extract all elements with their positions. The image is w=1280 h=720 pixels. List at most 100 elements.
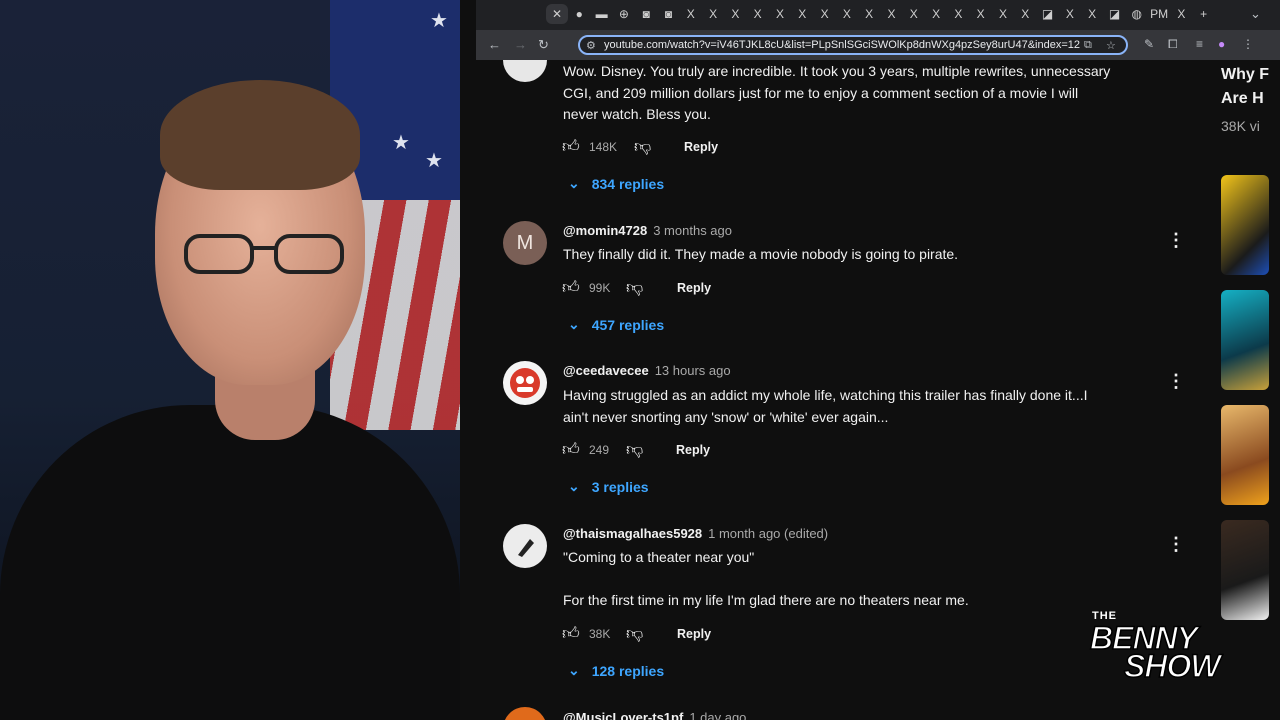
comment-line: ain't never snorting any 'snow' or 'whit… <box>563 408 889 425</box>
browser-tab[interactable]: X <box>814 4 836 24</box>
menu-kebab-icon[interactable]: ⋮ <box>1242 37 1254 51</box>
back-icon[interactable]: ← <box>488 37 501 52</box>
avatar-letter: M <box>516 231 534 254</box>
related-video-thumbnail[interactable] <box>1221 520 1269 620</box>
dislike-icon[interactable]: 👎︎ <box>626 277 643 298</box>
browser-tab[interactable]: X <box>970 4 992 24</box>
like-icon[interactable]: 👍︎ <box>562 136 580 157</box>
replies-count: 128 replies <box>591 662 665 679</box>
tab-strip: ✕ ● ▬ ⊕ ◙ ◙ X X X X X X X X X X X X X X X X ◪ X X ◪ ◍ PM X + ⌄ <box>476 0 1280 30</box>
avatar[interactable] <box>503 361 547 405</box>
profile-avatar[interactable]: ● <box>1218 37 1225 51</box>
author-handle[interactable]: @thaismagalhaes5928 <box>563 526 702 541</box>
reply-button[interactable]: Reply <box>677 627 711 641</box>
browser-tab[interactable]: X <box>1081 4 1103 24</box>
comment-time[interactable]: 1 day ago <box>689 710 746 720</box>
replies-count: 3 replies <box>591 478 649 495</box>
comment-time[interactable]: 13 hours ago <box>655 363 731 378</box>
url-text: youtube.com/watch?v=iV46TJKL8cU&list=PLp… <box>604 39 1081 51</box>
browser-tab[interactable]: ▬ <box>591 4 613 24</box>
author-handle[interactable]: @ceedavecee <box>563 363 649 378</box>
comment-menu-icon[interactable]: ⋮ <box>1167 230 1185 251</box>
avatar[interactable]: M <box>503 221 547 265</box>
browser-tab[interactable]: X <box>947 4 969 24</box>
dislike-icon[interactable]: 👎︎ <box>626 623 643 644</box>
install-icon[interactable]: ⧉ <box>1084 39 1092 52</box>
comment-time[interactable]: 3 months ago <box>653 223 732 238</box>
view-replies-button[interactable]: ⌄ 457 replies <box>568 316 664 333</box>
reply-button[interactable]: Reply <box>684 140 718 154</box>
comment-text: Having struggled as an addict my whole l… <box>563 385 1088 428</box>
forward-icon[interactable]: → <box>514 37 527 52</box>
related-video-thumbnail[interactable] <box>1221 175 1269 275</box>
view-replies-button[interactable]: ⌄ 3 replies <box>568 478 649 495</box>
presenter-hair <box>160 80 360 190</box>
comment-author[interactable]: @thaismagalhaes5928 1 month ago (edited) <box>563 526 828 541</box>
like-icon[interactable]: 👍︎ <box>562 439 580 460</box>
browser-tab[interactable]: ◪ <box>1104 4 1126 24</box>
comment-author[interactable]: @momin4728 3 months ago <box>563 223 732 238</box>
browser-tab[interactable]: X <box>925 4 947 24</box>
related-video-thumbnail[interactable] <box>1221 290 1269 390</box>
dislike-icon[interactable]: 👎︎ <box>634 136 651 157</box>
browser-tab[interactable]: X <box>747 4 769 24</box>
browser-tab[interactable]: X <box>1170 4 1192 24</box>
browser-tab[interactable]: ◍ <box>1126 4 1148 24</box>
browser-tab[interactable]: ◙ <box>635 4 657 24</box>
reply-button[interactable]: Reply <box>676 443 710 457</box>
comment-author[interactable]: @ceedavecee 13 hours ago <box>563 363 731 378</box>
browser-tab[interactable]: X <box>858 4 880 24</box>
comment-text: They finally did it. They made a movie n… <box>563 244 958 266</box>
browser-tab[interactable]: X <box>769 4 791 24</box>
browser-tab[interactable]: X <box>702 4 724 24</box>
comment-line: never watch. Bless you. <box>563 106 711 122</box>
toolbar: ← → ↻ ⚙ youtube.com/watch?v=iV46TJKL8cU&… <box>476 30 1280 60</box>
dislike-icon[interactable]: 👎︎ <box>626 439 643 460</box>
like-count: 99K <box>589 281 611 295</box>
comment-author[interactable]: @MusicLover-ts1pf 1 day ago <box>563 710 746 720</box>
author-handle[interactable]: @momin4728 <box>563 223 647 238</box>
comment-text: Wow. Disney. You truly are incredible. I… <box>563 61 1110 126</box>
browser-tab[interactable]: X <box>903 4 925 24</box>
browser-tab[interactable]: ⊕ <box>613 4 635 24</box>
bookmark-star-icon[interactable]: ☆ <box>1106 39 1116 52</box>
browser-tab[interactable]: X <box>724 4 746 24</box>
like-icon[interactable]: 👍︎ <box>562 623 580 644</box>
media-icon[interactable]: ≡ <box>1196 37 1203 51</box>
comment-line: They finally did it. They made a movie n… <box>563 246 959 262</box>
extensions-puzzle-icon[interactable]: ⧠ <box>1168 37 1178 52</box>
browser-tab[interactable]: ● <box>568 4 590 24</box>
avatar[interactable] <box>503 707 547 720</box>
avatar[interactable] <box>503 60 547 82</box>
browser-tab[interactable]: X <box>881 4 903 24</box>
address-bar[interactable]: ⚙ youtube.com/watch?v=iV46TJKL8cU&list=P… <box>578 35 1128 55</box>
browser-tab[interactable]: X <box>1059 4 1081 24</box>
comment-time[interactable]: 1 month ago (edited) <box>708 526 828 541</box>
browser-tab[interactable]: X <box>680 4 702 24</box>
reply-button[interactable]: Reply <box>677 281 711 295</box>
related-video-title[interactable]: Why F <box>1221 66 1269 84</box>
browser-tab[interactable]: X <box>791 4 813 24</box>
author-handle[interactable]: @MusicLover-ts1pf <box>563 710 683 720</box>
reload-icon[interactable]: ↻ <box>538 37 549 53</box>
browser-tab[interactable]: X <box>992 4 1014 24</box>
browser-tab[interactable]: ◪ <box>1037 4 1059 24</box>
like-icon[interactable]: 👍︎ <box>562 277 580 298</box>
view-replies-button[interactable]: ⌄ 128 replies <box>568 662 664 679</box>
related-video-title[interactable]: Are H <box>1221 90 1264 108</box>
comment-menu-icon[interactable]: ⋮ <box>1167 534 1185 555</box>
browser-tab[interactable]: ◙ <box>658 4 680 24</box>
browser-tab[interactable]: X <box>836 4 858 24</box>
avatar[interactable] <box>503 524 547 568</box>
browser-tab[interactable]: X <box>1014 4 1036 24</box>
chevron-down-icon: ⌄ <box>568 662 580 678</box>
browser-tab[interactable]: ✕ <box>546 4 568 24</box>
new-tab-icon[interactable]: + <box>1193 4 1215 24</box>
related-video-thumbnail[interactable] <box>1221 405 1269 505</box>
extension-icon[interactable]: ✎ <box>1144 37 1154 51</box>
view-replies-button[interactable]: ⌄ 834 replies <box>568 175 664 192</box>
tab-search-icon[interactable]: ⌄ <box>1250 6 1261 22</box>
browser-tab[interactable]: PM <box>1148 4 1170 24</box>
comment-menu-icon[interactable]: ⋮ <box>1167 371 1185 392</box>
site-info-icon[interactable]: ⚙ <box>586 39 596 52</box>
